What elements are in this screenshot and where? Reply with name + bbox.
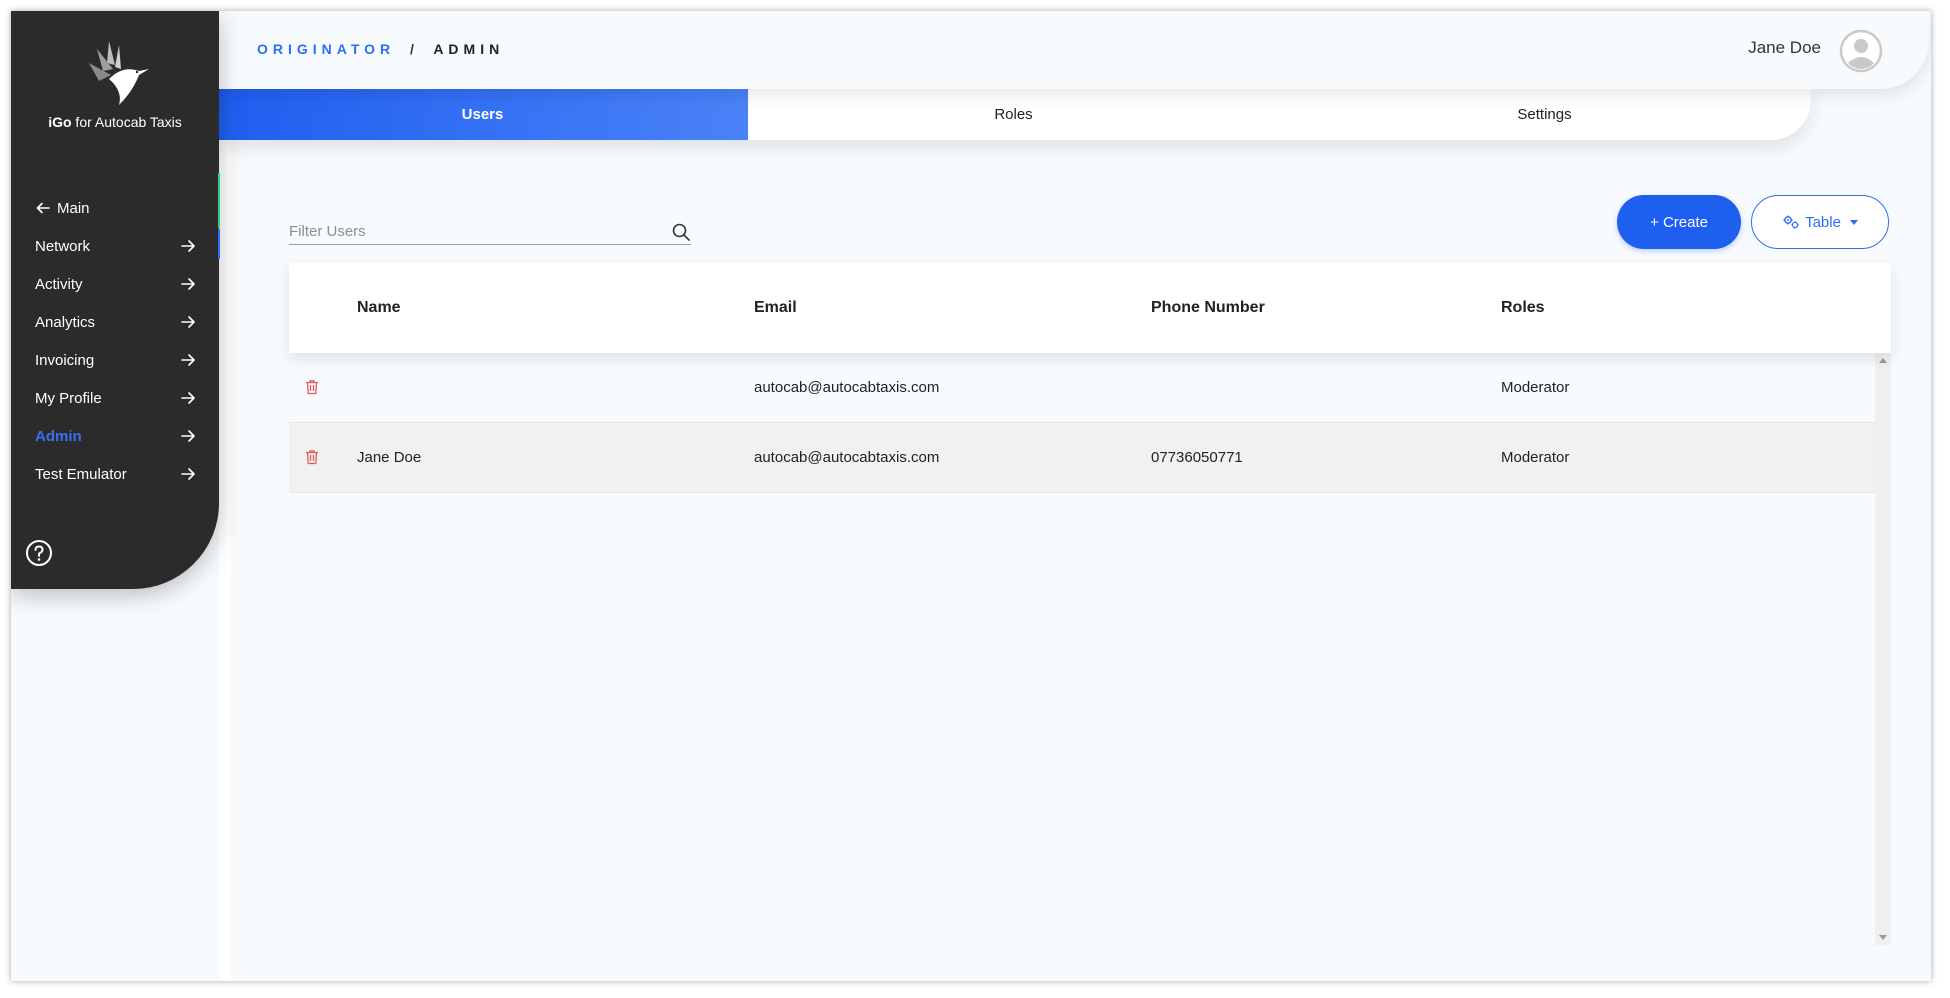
tab-settings[interactable]: Settings — [1279, 89, 1810, 140]
column-header-phone[interactable]: Phone Number — [1151, 299, 1265, 317]
sidebar-item-label: Test Emulator — [35, 465, 127, 483]
accent-line — [218, 173, 220, 228]
cell-email: autocab@autocabtaxis.com — [754, 379, 940, 396]
sidebar-item-network[interactable]: Network — [11, 227, 219, 265]
accent-line — [218, 229, 220, 259]
table-row[interactable]: autocab@autocabtaxis.com Moderator — [289, 353, 1875, 423]
sidebar-item-label: Admin — [35, 427, 82, 445]
sidebar-nav: Main Network Activity Analytics Invoicin… — [11, 189, 219, 493]
brand-prefix: iGo — [48, 114, 72, 130]
chevron-down-icon — [1849, 219, 1858, 225]
help-icon[interactable] — [25, 539, 53, 567]
scroll-down-icon[interactable] — [1879, 935, 1887, 940]
sidebar-item-label: My Profile — [35, 389, 102, 407]
filter-users — [289, 219, 691, 245]
tab-users[interactable]: Users — [217, 89, 748, 140]
create-button[interactable]: + Create — [1617, 195, 1741, 249]
arrow-right-icon — [181, 392, 195, 404]
sidebar-strip — [219, 11, 231, 981]
table-row[interactable]: Jane Doe autocab@autocabtaxis.com 077360… — [289, 423, 1875, 493]
top-bar: ORIGINATOR / ADMIN Jane Doe — [217, 11, 1929, 89]
table-view-label: Table — [1805, 213, 1841, 231]
sidebar-item-test-emulator[interactable]: Test Emulator — [11, 455, 219, 493]
cell-name: Jane Doe — [357, 449, 422, 466]
sidebar-item-label: Invoicing — [35, 351, 95, 369]
table-view-button[interactable]: Table — [1751, 195, 1889, 249]
arrow-right-icon — [181, 354, 195, 366]
sidebar-item-activity[interactable]: Activity — [11, 265, 219, 303]
cell-email: autocab@autocabtaxis.com — [754, 449, 940, 466]
breadcrumb-root[interactable]: ORIGINATOR — [257, 41, 395, 57]
cell-phone: 07736050771 — [1151, 449, 1243, 466]
cell-roles: Moderator — [1501, 379, 1570, 396]
scroll-up-icon[interactable] — [1879, 358, 1887, 363]
users-table-body: autocab@autocabtaxis.com Moderator Jane … — [289, 353, 1875, 945]
brand-suffix: for Autocab Taxis — [71, 114, 182, 130]
tab-roles[interactable]: Roles — [748, 89, 1279, 140]
arrow-right-icon — [181, 240, 195, 252]
brand-name: iGo for Autocab Taxis — [11, 114, 219, 130]
admin-tabs: Users Roles Settings — [217, 89, 1811, 140]
trash-icon[interactable] — [305, 379, 319, 395]
settings-gears-icon — [1783, 215, 1799, 229]
arrow-right-icon — [181, 278, 195, 290]
search-icon[interactable] — [671, 222, 691, 242]
arrow-right-icon — [181, 468, 195, 480]
user-avatar-icon[interactable] — [1839, 29, 1883, 73]
breadcrumb: ORIGINATOR / ADMIN — [257, 41, 504, 57]
back-arrow-icon — [36, 202, 50, 214]
column-header-name[interactable]: Name — [357, 299, 401, 317]
app-window: iGo for Autocab Taxis Main Network Activ… — [11, 11, 1931, 981]
cell-roles: Moderator — [1501, 449, 1570, 466]
sidebar-item-label: Network — [35, 237, 91, 255]
trash-icon[interactable] — [305, 449, 319, 465]
user-name[interactable]: Jane Doe — [1748, 38, 1821, 58]
table-scrollbar[interactable] — [1875, 353, 1891, 945]
arrow-right-icon — [181, 316, 195, 328]
users-table-header: Name Email Phone Number Roles — [289, 263, 1891, 353]
column-header-email[interactable]: Email — [754, 299, 797, 317]
breadcrumb-separator: / — [410, 41, 419, 57]
sidebar-item-admin[interactable]: Admin — [11, 417, 219, 455]
sidebar-item-label: Activity — [35, 275, 83, 293]
column-header-roles[interactable]: Roles — [1501, 299, 1545, 317]
arrow-right-icon — [181, 430, 195, 442]
sidebar-item-my-profile[interactable]: My Profile — [11, 379, 219, 417]
sidebar-item-label: Main — [57, 199, 90, 217]
sidebar-item-label: Analytics — [35, 313, 96, 331]
sidebar-item-main[interactable]: Main — [11, 189, 219, 227]
sidebar-item-invoicing[interactable]: Invoicing — [11, 341, 219, 379]
filter-users-input[interactable] — [289, 223, 671, 240]
breadcrumb-current: ADMIN — [433, 41, 505, 57]
sidebar-item-analytics[interactable]: Analytics — [11, 303, 219, 341]
hummingbird-logo — [79, 35, 155, 111]
sidebar: iGo for Autocab Taxis Main Network Activ… — [11, 11, 219, 589]
